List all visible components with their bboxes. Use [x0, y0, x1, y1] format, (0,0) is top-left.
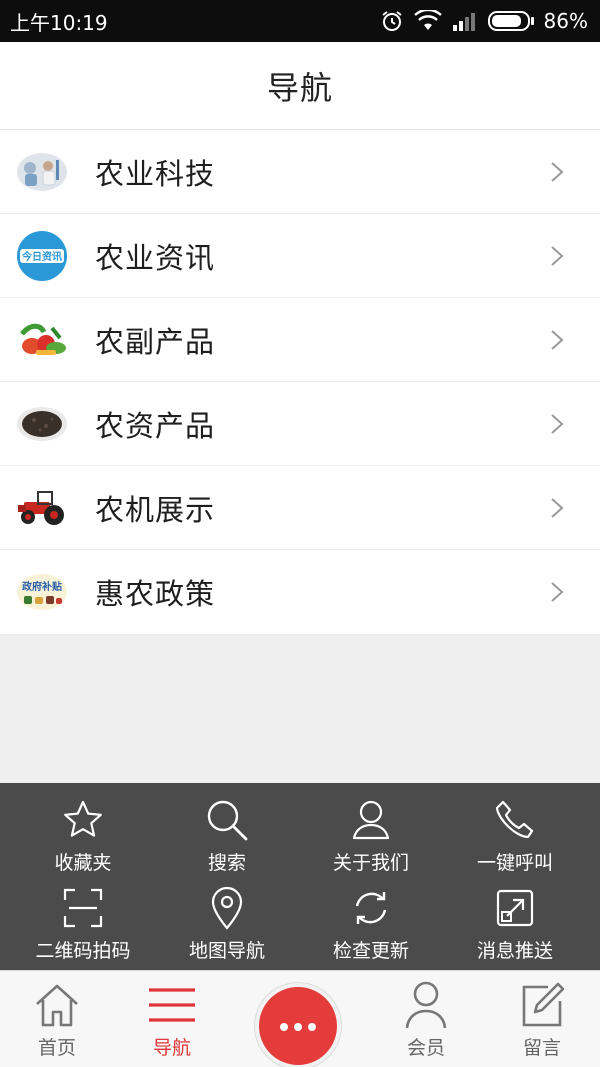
- map-pin-icon: [204, 885, 250, 930]
- alarm-icon: [380, 9, 404, 33]
- edit-icon: [518, 979, 566, 1031]
- check-update-label: 检查更新: [332, 940, 409, 962]
- user-icon: [348, 797, 394, 842]
- search-label: 搜索: [207, 852, 246, 874]
- search-icon: [204, 797, 250, 842]
- tab-navigation-label: 导航: [152, 1037, 191, 1059]
- vegetables-icon: [16, 315, 68, 365]
- menu-item-label: 惠农政策: [95, 577, 216, 611]
- favorites-button[interactable]: 收藏夹: [8, 785, 158, 875]
- tab-message-label: 留言: [522, 1037, 561, 1059]
- search-button[interactable]: 搜索: [152, 785, 302, 875]
- tab-navigation[interactable]: 导航: [117, 971, 227, 1067]
- battery-icon: [487, 10, 534, 32]
- tab-home-label: 首页: [37, 1037, 76, 1059]
- page-title: 导航: [266, 68, 333, 107]
- menu-item-label: 农机展示: [95, 492, 216, 527]
- news-badge-text: 今日资讯: [21, 250, 62, 263]
- battery-percent: 86%: [543, 9, 588, 33]
- menu-item-agri-supplies[interactable]: 农资产品: [0, 382, 600, 466]
- wifi-icon: [413, 10, 442, 32]
- chevron-right-icon: [551, 498, 564, 518]
- menu-item-farm-machinery[interactable]: 农机展示: [0, 466, 600, 550]
- status-time: 上午10:19: [10, 10, 108, 35]
- message-push-button[interactable]: 消息推送: [440, 873, 590, 963]
- check-update-button[interactable]: 检查更新: [296, 873, 446, 963]
- menu-item-label: 农副产品: [95, 324, 216, 359]
- tab-member-label: 会员: [406, 1037, 445, 1059]
- message-push-label: 消息推送: [476, 940, 553, 962]
- menu-item-agri-news[interactable]: 今日资讯 农业资讯: [0, 214, 600, 298]
- tab-message[interactable]: 留言: [487, 971, 597, 1067]
- scan-icon: [60, 885, 106, 930]
- menu-lines-icon: [147, 979, 197, 1031]
- menu-item-farm-products[interactable]: 农副产品: [0, 298, 600, 382]
- member-icon: [404, 979, 448, 1031]
- signal-icon: [452, 11, 478, 31]
- phone-icon: [492, 797, 538, 842]
- share-box-icon: [492, 885, 538, 930]
- lab-photo-icon: [16, 147, 68, 197]
- star-icon: [60, 797, 106, 842]
- map-navigation-label: 地图导航: [188, 940, 265, 962]
- chevron-right-icon: [551, 162, 564, 182]
- tab-member[interactable]: 会员: [371, 971, 481, 1067]
- menu-item-farm-policy[interactable]: 政府补贴 惠农政策: [0, 550, 600, 634]
- fertilizer-pile-icon: [16, 399, 68, 449]
- chevron-right-icon: [551, 246, 564, 266]
- one-click-call-label: 一键呼叫: [476, 852, 553, 874]
- more-dots-icon: [278, 1017, 318, 1036]
- favorites-label: 收藏夹: [54, 852, 112, 874]
- status-icons: 86%: [380, 9, 588, 33]
- chevron-right-icon: [551, 414, 564, 434]
- menu-item-agri-tech[interactable]: 农业科技: [0, 130, 600, 214]
- nav-menu-list: 农业科技 今日资讯 农业资讯 农副产品 农资产品 农机展示 政府补贴 惠农政策: [0, 130, 600, 634]
- one-click-call-button[interactable]: 一键呼叫: [440, 785, 590, 875]
- news-badge-icon: 今日资讯: [16, 231, 68, 281]
- qr-scan-button[interactable]: 二维码拍码: [8, 873, 158, 963]
- quick-action-panel: 收藏夹 搜索 关于我们 一键呼叫 二维码拍码 地图导航 检查更新 消息推送: [0, 783, 600, 970]
- status-bar: 上午10:19 86%: [0, 0, 600, 42]
- tab-home[interactable]: 首页: [2, 971, 112, 1067]
- qr-scan-label: 二维码拍码: [35, 940, 131, 962]
- menu-item-label: 农资产品: [95, 408, 216, 443]
- menu-item-label: 农业科技: [95, 156, 216, 191]
- chevron-right-icon: [551, 582, 564, 602]
- policy-banner-icon: 政府补贴: [16, 567, 68, 617]
- about-us-button[interactable]: 关于我们: [296, 785, 446, 875]
- map-navigation-button[interactable]: 地图导航: [152, 873, 302, 963]
- chevron-right-icon: [551, 330, 564, 350]
- page-header: 导航: [0, 42, 600, 130]
- more-actions-button[interactable]: [255, 983, 341, 1067]
- tractor-icon: [16, 483, 68, 533]
- home-icon: [33, 979, 81, 1031]
- menu-item-label: 农业资讯: [95, 240, 216, 275]
- about-us-label: 关于我们: [332, 852, 409, 874]
- refresh-icon: [348, 885, 394, 930]
- policy-badge-text: 政府补贴: [22, 580, 62, 593]
